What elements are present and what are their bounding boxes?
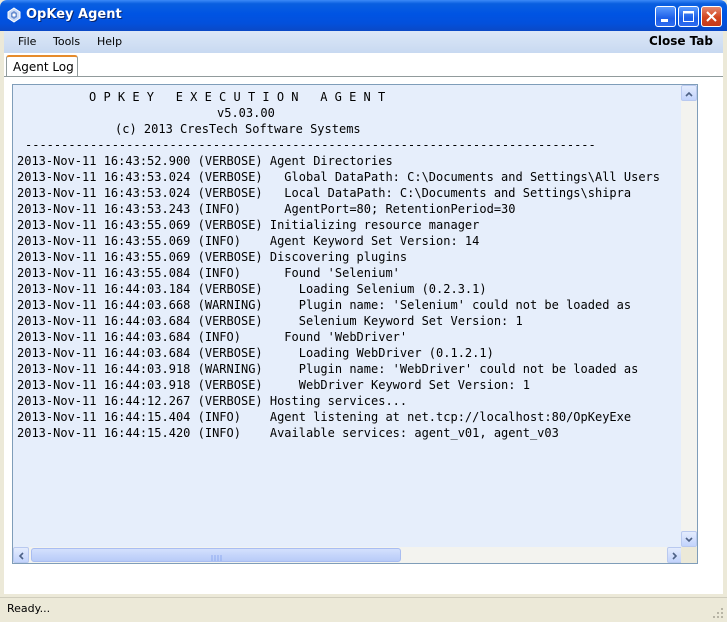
app-window: OpKey Agent File Tools Help Close Tab Ag…: [0, 0, 727, 622]
close-tab-button[interactable]: Close Tab: [649, 34, 713, 48]
close-icon: [706, 11, 717, 22]
log-header-version: v5.03.00: [217, 106, 275, 120]
status-bar: Ready...: [0, 597, 727, 622]
log-header-title: O P K E Y E X E C U T I O N A G E N T: [89, 90, 386, 104]
minimize-icon: [661, 19, 668, 22]
log-line: 2013-Nov-11 16:44:03.684 (VERBOSE) Loadi…: [17, 346, 494, 360]
log-line: 2013-Nov-11 16:43:53.024 (VERBOSE) Globa…: [17, 170, 660, 184]
status-text: Ready...: [7, 602, 51, 615]
scroll-corner: [681, 547, 697, 563]
title-bar[interactable]: OpKey Agent: [0, 0, 727, 31]
grip-lines-icon: [211, 555, 222, 561]
tab-strip: Agent Log: [4, 53, 723, 77]
menu-tools[interactable]: Tools: [53, 35, 80, 48]
log-line: 2013-Nov-11 16:43:55.069 (INFO) Agent Ke…: [17, 234, 480, 248]
horizontal-scroll-thumb[interactable]: [31, 548, 401, 562]
minimize-button[interactable]: [655, 6, 676, 27]
scroll-up-button[interactable]: [681, 85, 697, 101]
scroll-down-button[interactable]: [681, 531, 697, 547]
scroll-left-button[interactable]: [13, 547, 29, 563]
log-line: 2013-Nov-11 16:44:03.668 (WARNING) Plugi…: [17, 298, 632, 312]
scroll-down-icon: [685, 537, 693, 543]
log-line: 2013-Nov-11 16:44:03.684 (INFO) Found 'W…: [17, 330, 408, 344]
maximize-icon: [683, 11, 694, 22]
window-title: OpKey Agent: [26, 7, 122, 22]
log-line: 2013-Nov-11 16:43:55.069 (VERBOSE) Disco…: [17, 250, 408, 264]
opkey-logo-icon: [7, 7, 21, 23]
log-line: 2013-Nov-11 16:44:03.184 (VERBOSE) Loadi…: [17, 282, 487, 296]
log-line: 2013-Nov-11 16:43:55.069 (VERBOSE) Initi…: [17, 218, 480, 232]
log-line: 2013-Nov-11 16:44:15.404 (INFO) Agent li…: [17, 410, 632, 424]
log-line: 2013-Nov-11 16:43:53.024 (VERBOSE) Local…: [17, 186, 632, 200]
close-button[interactable]: [701, 6, 722, 27]
menu-file[interactable]: File: [18, 35, 36, 48]
log-content: O P K E Y E X E C U T I O N A G E N T v5.…: [17, 89, 697, 545]
tab-agent-log[interactable]: Agent Log: [6, 55, 78, 77]
scroll-up-icon: [685, 91, 693, 97]
scroll-left-icon: [18, 552, 24, 560]
vertical-scrollbar[interactable]: [681, 85, 697, 563]
log-header-copyright: (c) 2013 CresTech Software Systems: [115, 122, 361, 136]
agent-log-textarea[interactable]: O P K E Y E X E C U T I O N A G E N T v5.…: [12, 84, 698, 564]
log-line: 2013-Nov-11 16:44:03.684 (VERBOSE) Selen…: [17, 314, 523, 328]
scroll-right-icon: [672, 552, 678, 560]
log-line: 2013-Nov-11 16:44:03.918 (WARNING) Plugi…: [17, 362, 639, 376]
resize-grip-icon[interactable]: [712, 607, 724, 619]
log-line: 2013-Nov-11 16:43:53.243 (INFO) AgentPor…: [17, 202, 516, 216]
log-line: 2013-Nov-11 16:44:15.420 (INFO) Availabl…: [17, 426, 559, 440]
maximize-button[interactable]: [678, 6, 699, 27]
menu-bar: File Tools Help Close Tab: [4, 31, 723, 53]
log-line: 2013-Nov-11 16:43:52.900 (VERBOSE) Agent…: [17, 154, 393, 168]
log-line: 2013-Nov-11 16:43:55.084 (INFO) Found 'S…: [17, 266, 400, 280]
log-separator: ----------------------------------------…: [25, 138, 596, 152]
log-line: 2013-Nov-11 16:44:12.267 (VERBOSE) Hosti…: [17, 394, 408, 408]
horizontal-scrollbar[interactable]: [13, 547, 683, 563]
log-line: 2013-Nov-11 16:44:03.918 (VERBOSE) WebDr…: [17, 378, 530, 392]
menu-help[interactable]: Help: [97, 35, 122, 48]
tab-label: Agent Log: [13, 60, 74, 74]
